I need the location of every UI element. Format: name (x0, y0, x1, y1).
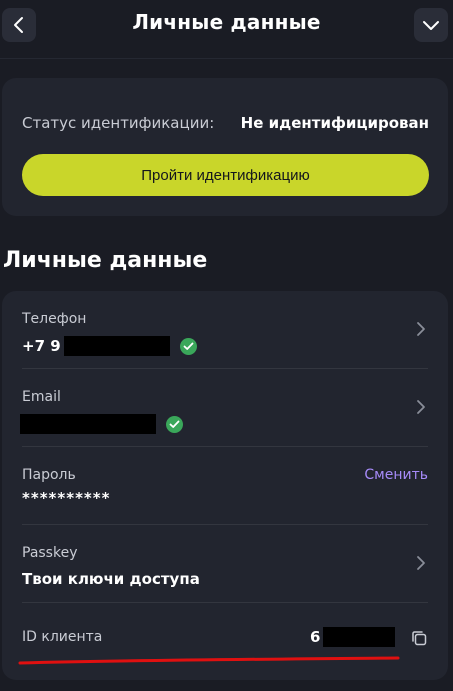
phone-prefix: +7 9 (22, 337, 61, 355)
redacted-phone (63, 336, 170, 356)
client-id-label: ID клиента (22, 629, 103, 645)
client-id-value: 6 (310, 627, 396, 647)
verify-identity-button[interactable]: Пройти идентификацию (22, 154, 429, 196)
redacted-email (20, 414, 156, 434)
chevron-right-icon (417, 400, 425, 414)
client-id-row: ID клиента 6 (2, 603, 448, 681)
verified-check-icon (166, 415, 183, 433)
phone-row[interactable]: Телефон +7 9 (2, 291, 448, 369)
identification-card: Статус идентификации: Не идентифицирован… (2, 78, 448, 216)
phone-value: +7 9 (22, 336, 197, 356)
password-label: Пароль (22, 467, 76, 483)
passkey-row[interactable]: Passkey Твои ключи доступа (2, 525, 448, 603)
identification-status-label: Статус идентификации: (22, 114, 215, 132)
chevron-right-icon (417, 322, 425, 336)
menu-button[interactable] (414, 8, 448, 42)
redacted-client-id (323, 627, 396, 647)
annotation-underline (18, 656, 400, 665)
passkey-label: Passkey (22, 545, 78, 561)
change-password-link[interactable]: Сменить (364, 467, 428, 483)
header: Личные данные (0, 0, 453, 56)
email-label: Email (22, 389, 61, 405)
client-id-prefix: 6 (310, 628, 321, 646)
verified-check-icon (179, 337, 197, 355)
password-value: ********** (22, 489, 111, 507)
screen: Личные данные Статус идентификации: Не и… (0, 0, 453, 691)
phone-label: Телефон (22, 311, 87, 327)
chevron-right-icon (417, 556, 425, 570)
header-divider (0, 58, 453, 59)
email-row[interactable]: Email (2, 369, 448, 447)
email-value (20, 414, 183, 434)
copy-icon[interactable] (410, 629, 428, 647)
identification-status-value: Не идентифицирован (240, 114, 429, 132)
personal-data-card: Телефон +7 9 Email Пароль Сменить ******… (2, 291, 448, 680)
chevron-down-icon (423, 21, 439, 30)
page-title: Личные данные (132, 10, 321, 34)
section-title: Личные данные (3, 248, 208, 273)
passkey-value: Твои ключи доступа (22, 570, 200, 588)
password-row: Пароль Сменить ********** (2, 447, 448, 525)
